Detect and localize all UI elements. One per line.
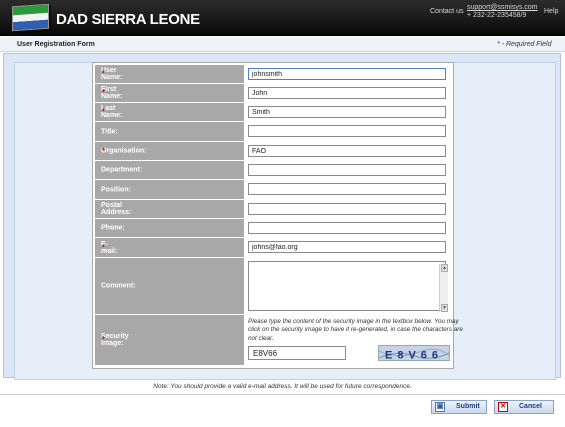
field-label: Comment:	[101, 282, 136, 290]
form-row-username: User Name: *	[95, 65, 451, 84]
email-input[interactable]	[248, 241, 446, 253]
form-row-last-name: Last Name: *	[95, 103, 451, 122]
scroll-up-icon[interactable]: ▲	[441, 264, 448, 272]
required-star: *	[102, 70, 105, 78]
support-phone: + 232-22-235458/9	[467, 12, 527, 19]
security-instructions: Please type the content of the security …	[248, 318, 463, 342]
captcha-input[interactable]	[248, 346, 346, 360]
cancel-label: Cancel	[519, 403, 542, 410]
field-label: Phone:	[101, 224, 125, 232]
organisation-input[interactable]	[248, 145, 446, 157]
form-row-organisation: Organisation: *	[95, 142, 451, 161]
username-input[interactable]	[248, 68, 446, 80]
field-label: Position:	[101, 186, 131, 193]
submit-button[interactable]: ▣ Submit	[431, 400, 487, 414]
close-icon: ✕	[498, 402, 508, 412]
position-input[interactable]	[248, 183, 446, 195]
postal-address-input[interactable]	[248, 203, 446, 215]
form-row-postal-address: Postal Address:	[95, 200, 451, 219]
required-field-note: * - Required Field	[497, 41, 552, 48]
field-label: Organisation:	[101, 147, 147, 155]
support-email-link[interactable]: support@ssmisys.com	[467, 4, 538, 11]
form-row-security: Security Image: * Please type the content…	[95, 315, 463, 366]
email-note: Note: You should provide a valid e-mail …	[153, 383, 412, 390]
first-name-input[interactable]	[248, 87, 446, 99]
field-label: Postal Address:	[101, 202, 132, 216]
captcha-text: E8V66	[385, 350, 443, 362]
captcha-image[interactable]: E8V66	[378, 345, 450, 361]
required-star: *	[102, 108, 105, 116]
form-row-position: Position:	[95, 180, 451, 200]
app-header: DAD SIERRA LEONE Contact us support@ssmi…	[0, 0, 565, 36]
field-label: Department:	[101, 166, 143, 174]
form-row-comment: Comment: ▲ ▼	[95, 258, 451, 315]
contact-us-label: Contact us	[430, 8, 464, 15]
save-icon: ▣	[435, 402, 445, 412]
field-label: Title:	[101, 128, 118, 135]
page-title: User Registration Form	[17, 41, 95, 48]
required-star: *	[102, 89, 105, 97]
form-row-department: Department:	[95, 161, 451, 180]
department-input[interactable]	[248, 164, 446, 176]
field-label: Security Image:	[101, 333, 129, 347]
scroll-down-icon[interactable]: ▼	[441, 304, 448, 312]
cancel-button[interactable]: ✕ Cancel	[494, 400, 554, 414]
last-name-input[interactable]	[248, 106, 446, 118]
comment-scrollbar[interactable]: ▲ ▼	[439, 264, 448, 312]
submit-label: Submit	[456, 403, 480, 410]
form-title-bar: User Registration Form * - Required Fiel…	[0, 37, 565, 52]
registration-form: User Name:* First Name:* Last Name:* Tit…	[92, 62, 463, 369]
form-row-title: Title:	[95, 122, 451, 142]
form-row-email: E-mail: *	[95, 238, 451, 258]
required-star: *	[102, 336, 105, 344]
help-link[interactable]: Help	[544, 8, 558, 15]
form-row-phone: Phone:	[95, 219, 451, 238]
required-star: *	[102, 147, 105, 155]
form-row-first-name: First Name: *	[95, 84, 451, 103]
comment-textarea[interactable]	[248, 261, 446, 311]
phone-input[interactable]	[248, 222, 446, 234]
required-star: *	[102, 244, 105, 251]
sierra-leone-flag-logo	[12, 3, 49, 32]
brand-title: DAD SIERRA LEONE	[56, 11, 200, 28]
footer-divider	[0, 394, 565, 395]
title-input[interactable]	[248, 125, 446, 137]
